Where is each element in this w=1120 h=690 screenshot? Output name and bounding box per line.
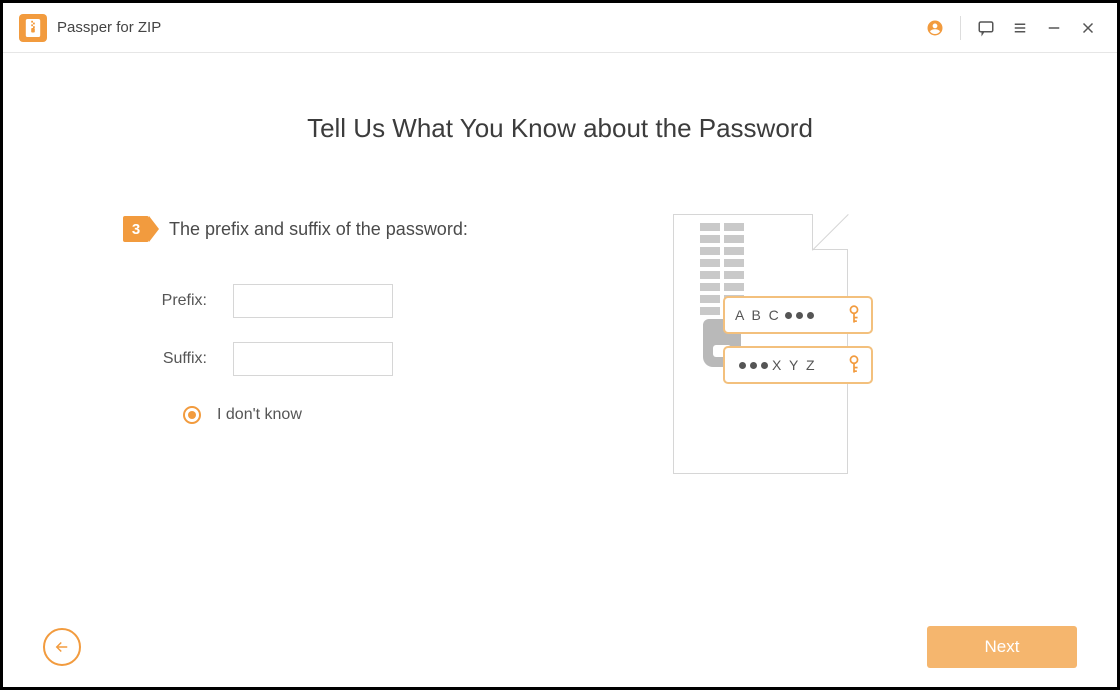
user-icon xyxy=(926,19,944,37)
sample-prefix-text: A B C xyxy=(735,307,781,323)
app-title: Passper for ZIP xyxy=(57,19,161,36)
suffix-label: Suffix: xyxy=(123,350,233,368)
arrow-left-icon xyxy=(53,638,71,656)
sample-prefix-box: A B C xyxy=(723,296,873,334)
user-account-button[interactable] xyxy=(918,11,952,45)
dont-know-option[interactable]: I don't know xyxy=(123,406,623,424)
suffix-field-row: Suffix: xyxy=(123,342,623,376)
radio-icon xyxy=(183,406,201,424)
footer: Next xyxy=(3,607,1117,687)
suffix-input[interactable] xyxy=(233,342,393,376)
step-description: The prefix and suffix of the password: xyxy=(169,219,468,240)
zip-file-icon xyxy=(25,19,41,37)
menu-button[interactable] xyxy=(1003,11,1037,45)
main-content: Tell Us What You Know about the Password… xyxy=(3,53,1117,607)
illustration: A B C X Y Z xyxy=(623,214,1057,424)
minimize-button[interactable] xyxy=(1037,11,1071,45)
next-button-label: Next xyxy=(985,637,1020,657)
minimize-icon xyxy=(1045,19,1063,37)
close-button[interactable] xyxy=(1071,11,1105,45)
separator xyxy=(960,16,961,40)
prefix-input[interactable] xyxy=(233,284,393,318)
key-icon xyxy=(845,354,863,377)
document-graphic xyxy=(673,214,848,474)
step-indicator: 3 The prefix and suffix of the password: xyxy=(123,214,623,244)
page-heading: Tell Us What You Know about the Password xyxy=(63,113,1057,144)
app-logo xyxy=(19,14,47,42)
dont-know-label: I don't know xyxy=(217,406,302,424)
form-area: 3 The prefix and suffix of the password:… xyxy=(63,214,623,424)
chat-icon xyxy=(977,19,995,37)
feedback-button[interactable] xyxy=(969,11,1003,45)
close-icon xyxy=(1079,19,1097,37)
prefix-field-row: Prefix: xyxy=(123,284,623,318)
back-button[interactable] xyxy=(43,628,81,666)
key-icon xyxy=(845,304,863,327)
next-button[interactable]: Next xyxy=(927,626,1077,668)
sample-suffix-text: X Y Z xyxy=(772,357,817,373)
menu-icon xyxy=(1011,19,1029,37)
titlebar: Passper for ZIP xyxy=(3,3,1117,53)
prefix-label: Prefix: xyxy=(123,292,233,310)
sample-suffix-box: X Y Z xyxy=(723,346,873,384)
step-number-badge: 3 xyxy=(123,216,149,242)
